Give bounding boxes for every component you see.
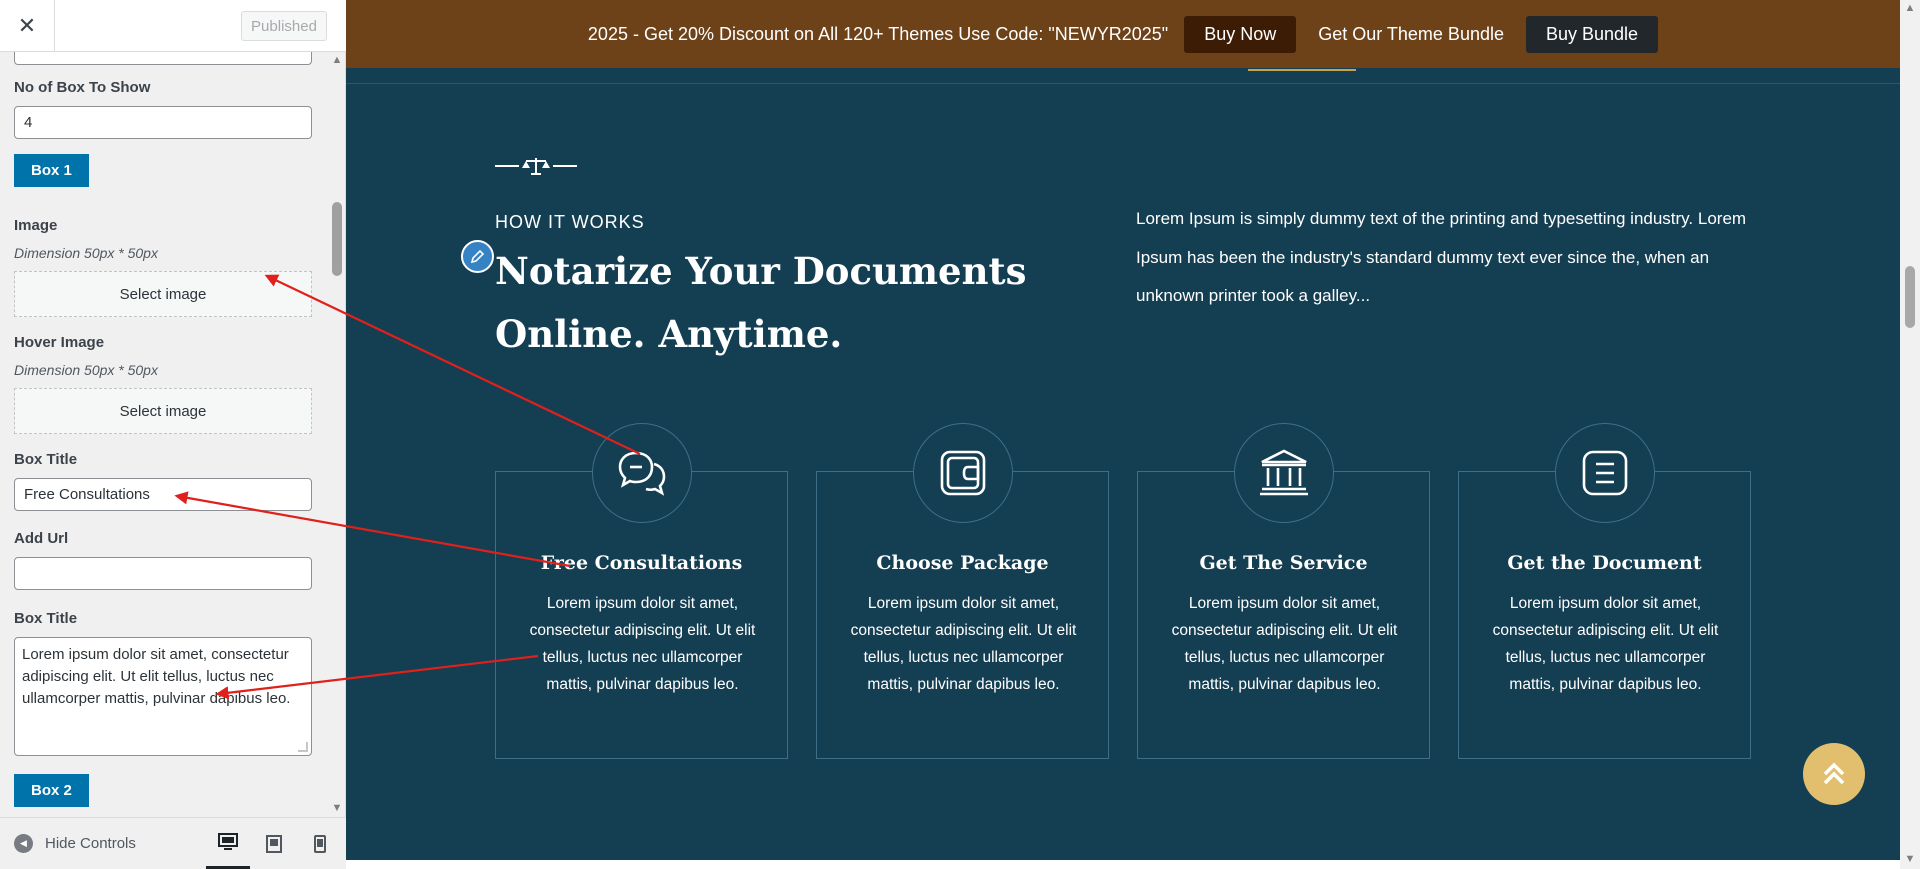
- image-dimension-text: Dimension 50px * 50px: [14, 245, 158, 261]
- hover-dimension-text: Dimension 50px * 50px: [14, 362, 158, 378]
- card-description: Lorem ipsum dolor sit amet, consectetur …: [1492, 595, 1719, 693]
- wallet-icon: [940, 450, 986, 496]
- nav-divider: [346, 83, 1900, 84]
- published-button[interactable]: Published: [241, 11, 327, 41]
- preview-scrollbar[interactable]: ▲ ▼: [1900, 0, 1920, 869]
- preview-bottom-gap: [346, 860, 1900, 869]
- add-url-label: Add Url: [14, 530, 69, 547]
- chat-bubbles-icon: [618, 451, 666, 496]
- hover-image-label: Hover Image: [14, 334, 105, 351]
- double-chevron-up-icon: [1823, 762, 1845, 785]
- buy-now-button[interactable]: Buy Now: [1184, 15, 1297, 53]
- section-intro: Lorem Ipsum is simply dummy text of the …: [1136, 209, 1747, 305]
- preview-scroll-up-icon[interactable]: ▲: [1903, 2, 1917, 14]
- scales-divider-icon: [495, 158, 577, 175]
- document-icon: [1582, 450, 1628, 496]
- customizer-footer: ◀ Hide Controls: [0, 817, 346, 869]
- tablet-icon: [266, 835, 282, 853]
- box-title-label: Box Title: [14, 451, 78, 468]
- box-1-button[interactable]: Box 1: [14, 154, 89, 187]
- section-title: Notarize Your Documents Online. Anytime.: [495, 249, 1027, 356]
- card-2-icon-circle: [913, 423, 1013, 523]
- box-title-input[interactable]: Free Consultations: [14, 478, 312, 511]
- preview-scroll-thumb[interactable]: [1905, 266, 1915, 328]
- promo-text: 2025 - Get 20% Discount on All 120+ Them…: [587, 23, 1169, 44]
- nav-active-underline: [1248, 69, 1356, 71]
- card-description: Lorem ipsum dolor sit amet, consectetur …: [1171, 595, 1398, 693]
- buy-bundle-button[interactable]: Buy Bundle: [1525, 15, 1659, 53]
- desktop-icon: [218, 833, 238, 850]
- card-title: Choose Package: [876, 552, 1049, 574]
- select-hover-image-button[interactable]: Select image: [14, 388, 312, 434]
- scroll-down-icon[interactable]: ▼: [330, 802, 344, 814]
- section-eyebrow: HOW IT WORKS: [495, 212, 645, 232]
- card-4-icon-circle: [1555, 423, 1655, 523]
- preview-scroll-down-icon[interactable]: ▼: [1903, 853, 1917, 865]
- desktop-preview-button[interactable]: [206, 818, 250, 869]
- back-to-top-button[interactable]: [1803, 743, 1865, 805]
- close-icon: ✕: [17, 13, 37, 38]
- box-count-label: No of Box To Show: [14, 79, 151, 96]
- card-1-icon-circle: [592, 423, 692, 523]
- mobile-preview-button[interactable]: [298, 818, 342, 869]
- customizer-panel: No of Box To Show 4 Box 1 Image Dimensio…: [0, 52, 326, 817]
- sidebar-scroll-thumb[interactable]: [332, 202, 342, 276]
- customizer-header: ✕ Published: [0, 0, 346, 52]
- collapse-arrow-icon: ◀: [14, 834, 33, 853]
- card-title: Get the Document: [1507, 552, 1702, 574]
- add-url-input[interactable]: [14, 557, 312, 590]
- mobile-icon: [314, 835, 326, 853]
- box-description-label: Box Title: [14, 610, 78, 627]
- card-description: Lorem ipsum dolor sit amet, consectetur …: [529, 595, 756, 693]
- box-count-input[interactable]: 4: [14, 106, 312, 139]
- hide-controls-button[interactable]: ◀ Hide Controls: [14, 834, 136, 853]
- card-title: Free Consultations: [540, 552, 743, 574]
- box-description-text: Lorem ipsum dolor sit amet, consectetur …: [22, 646, 291, 707]
- tablet-preview-button[interactable]: [252, 818, 296, 869]
- box-2-button[interactable]: Box 2: [14, 774, 89, 807]
- bank-icon: [1260, 449, 1308, 496]
- sidebar-scrollbar[interactable]: ▲ ▼: [328, 52, 346, 817]
- site-preview: 2025 - Get 20% Discount on All 120+ Them…: [346, 0, 1920, 869]
- select-image-button[interactable]: Select image: [14, 271, 312, 317]
- promo-banner: 2025 - Get 20% Discount on All 120+ Them…: [346, 0, 1900, 68]
- close-customizer-button[interactable]: ✕: [0, 0, 55, 52]
- card-3-icon-circle: [1234, 423, 1334, 523]
- card-description: Lorem ipsum dolor sit amet, consectetur …: [850, 595, 1077, 693]
- pencil-icon: [470, 249, 485, 264]
- card-title: Get The Service: [1199, 552, 1368, 574]
- image-label: Image: [14, 217, 58, 234]
- scroll-up-icon[interactable]: ▲: [330, 54, 344, 66]
- resize-handle-icon[interactable]: [298, 742, 308, 752]
- previous-field-input[interactable]: [14, 52, 312, 65]
- customizer-sidebar: ✕ Published No of Box To Show 4 Box 1 Im…: [0, 0, 346, 869]
- hide-controls-label: Hide Controls: [45, 835, 136, 852]
- box-description-textarea[interactable]: Lorem ipsum dolor sit amet, consectetur …: [14, 637, 312, 756]
- theme-bundle-link[interactable]: Get Our Theme Bundle: [1312, 24, 1510, 45]
- edit-shortcut-button[interactable]: [461, 240, 494, 273]
